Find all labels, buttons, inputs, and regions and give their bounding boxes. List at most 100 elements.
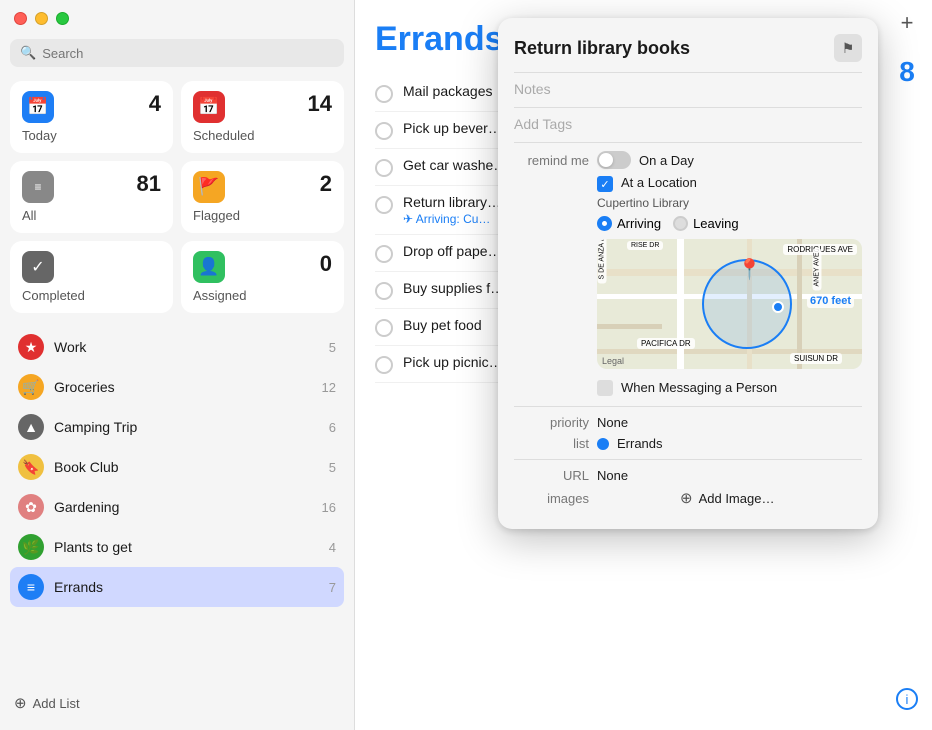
detail-header: Return library books ⚑ [514, 34, 862, 62]
camping-name: Camping Trip [54, 419, 319, 435]
at-location-row: ✓ At a Location [597, 175, 862, 192]
maximize-button[interactable] [56, 12, 69, 25]
smart-card-scheduled[interactable]: 📅 14 Scheduled [181, 81, 344, 153]
smart-card-completed[interactable]: ✓ Completed [10, 241, 173, 313]
flagged-icon: 🚩 [193, 171, 225, 203]
sidebar-item-gardening[interactable]: ✿ Gardening 16 [10, 487, 344, 527]
flagged-label: Flagged [193, 208, 332, 223]
flag-icon: ⚑ [842, 40, 855, 57]
arriving-radio[interactable] [597, 216, 612, 231]
add-list-button[interactable]: ⊕ Add List [10, 686, 344, 720]
map-background: 📍 RODRIGUES AVE ANEY AVE S DE ANZA BLVD … [597, 239, 862, 369]
map-container[interactable]: 📍 RODRIGUES AVE ANEY AVE S DE ANZA BLVD … [597, 239, 862, 369]
smart-lists-grid: 📅 4 Today 📅 14 Scheduled ≡ 81 All 🚩 [10, 81, 344, 313]
gardening-count: 16 [322, 500, 336, 515]
task-checkbox[interactable] [375, 319, 393, 337]
leaving-radio[interactable] [673, 216, 688, 231]
add-image-button[interactable]: Add Image… [699, 491, 775, 506]
leaving-label: Leaving [693, 216, 739, 231]
when-messaging-row: When Messaging a Person [597, 379, 862, 396]
camping-icon: ▲ [18, 414, 44, 440]
task-subtitle: ✈ Arriving: Cu… [403, 212, 501, 226]
work-icon: ★ [18, 334, 44, 360]
task-checkbox[interactable] [375, 159, 393, 177]
close-button[interactable] [14, 12, 27, 25]
list-section: ★ Work 5 🛒 Groceries 12 ▲ Camping Trip 6… [10, 327, 344, 682]
sidebar-item-groceries[interactable]: 🛒 Groceries 12 [10, 367, 344, 407]
task-checkbox[interactable] [375, 356, 393, 374]
leaving-option[interactable]: Leaving [673, 216, 739, 231]
bookclub-icon: 🔖 [18, 454, 44, 480]
remind-me-row: remind me On a Day [514, 151, 862, 169]
add-list-label: Add List [33, 696, 80, 711]
work-count: 5 [329, 340, 336, 355]
when-messaging-label: When Messaging a Person [621, 380, 777, 395]
groceries-icon: 🛒 [18, 374, 44, 400]
priority-label: priority [514, 415, 589, 430]
notes-placeholder[interactable]: Notes [514, 81, 551, 97]
at-location-checkbox[interactable]: ✓ [597, 176, 613, 192]
smart-card-today[interactable]: 📅 4 Today [10, 81, 173, 153]
map-legal-label: Legal [602, 356, 624, 366]
road-label-6: RISE DR [627, 241, 663, 250]
sidebar-item-errands[interactable]: ≡ Errands 7 [10, 567, 344, 607]
sidebar-item-plants[interactable]: 🌿 Plants to get 4 [10, 527, 344, 567]
scheduled-icon: 📅 [193, 91, 225, 123]
task-text: Return library… [403, 194, 501, 210]
arriving-option[interactable]: Arriving [597, 216, 661, 231]
detail-title: Return library books [514, 38, 690, 59]
on-a-day-toggle[interactable] [597, 151, 631, 169]
add-task-button[interactable]: + [901, 10, 914, 36]
task-text: Buy pet food [403, 317, 482, 333]
divider [514, 142, 862, 143]
flag-button[interactable]: ⚑ [834, 34, 862, 62]
search-bar[interactable]: 🔍 [10, 39, 344, 67]
divider [514, 107, 862, 108]
assigned-label: Assigned [193, 288, 332, 303]
user-location-dot [772, 301, 784, 313]
bookclub-count: 5 [329, 460, 336, 475]
smart-card-assigned[interactable]: 👤 0 Assigned [181, 241, 344, 313]
plants-name: Plants to get [54, 539, 319, 555]
flagged-count: 2 [320, 171, 332, 197]
road-label-5: SUISUN DR [790, 353, 842, 364]
notes-section: Notes [514, 81, 862, 99]
sidebar-item-work[interactable]: ★ Work 5 [10, 327, 344, 367]
info-button[interactable]: i [896, 688, 918, 710]
today-count: 4 [149, 91, 161, 117]
url-value: None [597, 468, 628, 483]
task-checkbox[interactable] [375, 282, 393, 300]
smart-card-all[interactable]: ≡ 81 All [10, 161, 173, 233]
sidebar-item-camping[interactable]: ▲ Camping Trip 6 [10, 407, 344, 447]
errands-icon: ≡ [18, 574, 44, 600]
plants-icon: 🌿 [18, 534, 44, 560]
divider [514, 72, 862, 73]
task-checkbox[interactable] [375, 196, 393, 214]
arriving-leaving-row: Arriving Leaving [597, 216, 862, 231]
sidebar-item-bookclub[interactable]: 🔖 Book Club 5 [10, 447, 344, 487]
list-value: Errands [617, 436, 663, 451]
minimize-button[interactable] [35, 12, 48, 25]
errands-name: Errands [54, 579, 319, 595]
today-label: Today [22, 128, 161, 143]
task-checkbox[interactable] [375, 245, 393, 263]
when-messaging-checkbox[interactable] [597, 380, 613, 396]
add-image-icon: ⊕ [680, 489, 693, 507]
list-label: list [514, 436, 589, 451]
url-row: URL None [514, 468, 862, 483]
task-checkbox[interactable] [375, 85, 393, 103]
divider [514, 406, 862, 407]
task-checkbox[interactable] [375, 122, 393, 140]
all-label: All [22, 208, 161, 223]
task-text: Get car washe… [403, 157, 507, 173]
tags-placeholder[interactable]: Add Tags [514, 116, 572, 132]
on-a-day-label: On a Day [639, 153, 694, 168]
plants-count: 4 [329, 540, 336, 555]
search-input[interactable] [42, 46, 334, 61]
task-text: Drop off pape… [403, 243, 502, 259]
task-text: Pick up picnic… [403, 354, 503, 370]
map-pin: 📍 [737, 257, 762, 282]
today-icon: 📅 [22, 91, 54, 123]
smart-card-flagged[interactable]: 🚩 2 Flagged [181, 161, 344, 233]
detail-panel: Return library books ⚑ Notes Add Tags re… [498, 18, 878, 529]
